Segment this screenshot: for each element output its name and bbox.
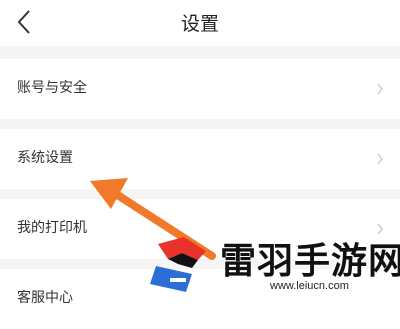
section-divider (0, 189, 400, 199)
chevron-right-icon (377, 83, 383, 95)
menu-item-label: 系统设置 (17, 150, 73, 166)
section-divider (0, 119, 400, 129)
menu-item-label: 账号与安全 (17, 80, 87, 96)
top-bar: 设置 (0, 0, 400, 46)
watermark-title: 雷羽手游网 (220, 241, 400, 282)
menu-item-label: 客服中心 (17, 290, 73, 306)
menu-item-label: 我的打印机 (17, 220, 87, 236)
page-title: 设置 (180, 13, 219, 35)
menu-item-account-security[interactable]: 账号与安全 (0, 59, 400, 119)
site-watermark: 雷羽手游网 www.leiucn.com (148, 228, 400, 300)
chevron-right-icon (377, 153, 383, 165)
section-divider (0, 46, 400, 59)
menu-item-system-settings[interactable]: 系统设置 (0, 129, 400, 189)
site-logo-icon (150, 237, 206, 292)
watermark-url: www.leiucn.com (270, 280, 349, 292)
